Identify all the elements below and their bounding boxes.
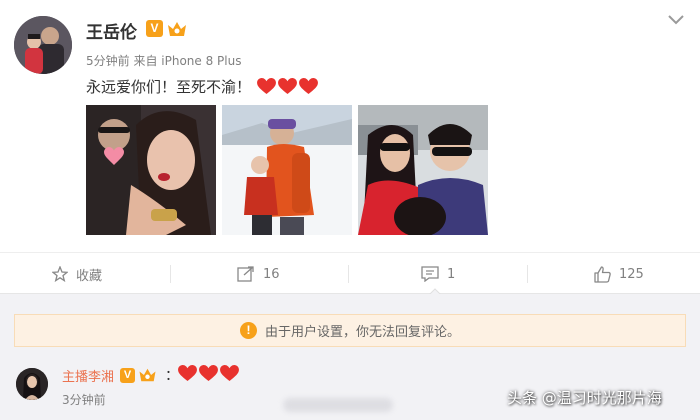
- star-icon: [52, 266, 68, 282]
- comment-count: 1: [447, 266, 456, 282]
- heart-icon: [220, 365, 239, 382]
- post-meta: 5分钟前 来自 iPhone 8 Plus: [86, 54, 242, 68]
- chevron-down-icon[interactable]: [666, 12, 686, 28]
- post-photo-2[interactable]: [222, 105, 352, 235]
- post-text: 永远爱你们！至死不渝！: [86, 78, 252, 96]
- comment-colon: ：: [165, 368, 179, 384]
- vip-crown-icon: [168, 22, 186, 36]
- verified-badge-icon: V: [146, 20, 163, 37]
- action-divider: [527, 265, 528, 283]
- heart-icon: [299, 78, 318, 95]
- user-avatar[interactable]: [14, 16, 72, 74]
- username[interactable]: 王岳伦: [86, 18, 137, 43]
- commenter-badges: V: [120, 367, 157, 383]
- commenter-avatar[interactable]: [16, 368, 48, 400]
- warning-icon: !: [239, 322, 257, 339]
- like-count: 125: [619, 266, 644, 282]
- comment-icon: [421, 266, 439, 282]
- action-divider: [170, 265, 171, 283]
- watermark: 头条 @温习时光那片海: [507, 389, 662, 407]
- notice-text: 由于用户设置，你无法回复评论。: [264, 325, 460, 340]
- comment-section: ! 由于用户设置，你无法回复评论。 主播李湘 V ： 3分钟前 头条 @温习时光…: [0, 294, 700, 420]
- blurred-text: [283, 398, 393, 412]
- heart-icon: [178, 365, 197, 382]
- post-content: 永远爱你们！至死不渝！: [86, 76, 318, 97]
- repost-icon: [237, 266, 254, 282]
- verified-badge-icon: V: [120, 367, 135, 383]
- commenter-name[interactable]: 主播李湘: [62, 366, 114, 385]
- weibo-post: 王岳伦 V 5分钟前 来自 iPhone 8 Plus 永远爱你们！至死不渝！: [0, 0, 700, 250]
- user-badges: V: [146, 20, 187, 38]
- heart-icon: [199, 365, 218, 382]
- like-button[interactable]: 125: [594, 253, 644, 295]
- heart-icon: [278, 78, 297, 95]
- heart-icon: [257, 78, 276, 95]
- comment-time: 3分钟前: [62, 393, 106, 407]
- post-photo-3[interactable]: [358, 105, 488, 235]
- post-photo-1[interactable]: [86, 105, 216, 235]
- post-action-bar: 收藏 16 1 125: [0, 252, 700, 294]
- repost-count: 16: [263, 266, 280, 282]
- vip-crown-icon: [139, 368, 156, 382]
- favorite-button[interactable]: 收藏: [52, 253, 102, 295]
- photo-grid: [86, 105, 488, 235]
- comment-heart-emojis: [178, 365, 239, 382]
- favorite-label: 收藏: [76, 268, 103, 284]
- thumbs-up-icon: [594, 265, 611, 283]
- repost-button[interactable]: 16: [237, 253, 280, 295]
- reply-restriction-notice: ! 由于用户设置，你无法回复评论。: [14, 314, 686, 347]
- action-divider: [348, 265, 349, 283]
- heart-emojis: [257, 78, 318, 95]
